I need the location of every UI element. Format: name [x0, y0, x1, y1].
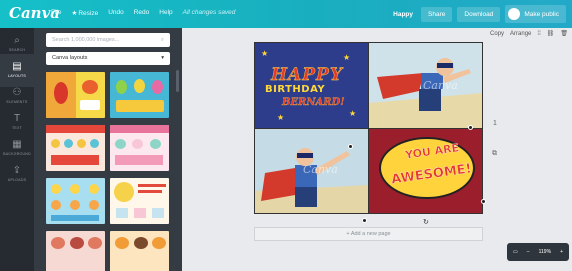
layouts-panel: Search 1,000,000 images... ⌕ Canva layout…	[34, 28, 182, 271]
layout-thumbnails	[46, 72, 170, 271]
side-rail: ⌕ SEARCH ▤ LAYOUTS ⚇ ELEMENTS T TEXT ▦ BACKGR…	[0, 28, 34, 271]
name-text[interactable]: BERNARD!	[282, 97, 345, 108]
layout-thumbnail[interactable]	[46, 125, 105, 171]
text-icon: T	[13, 113, 21, 124]
menu-redo[interactable]: Redo	[134, 9, 150, 17]
layouts-icon: ▤	[12, 61, 22, 72]
zoom-out-button[interactable]: –	[527, 249, 530, 255]
star-icon: ★	[277, 113, 285, 122]
download-button[interactable]: Download	[457, 6, 501, 22]
zoom-level[interactable]: 119%	[539, 249, 551, 255]
star-icon: ★	[349, 109, 357, 118]
menu-undo[interactable]: Undo	[108, 9, 124, 17]
dropdown-value: Canva layouts	[52, 55, 88, 61]
make-public-button[interactable]: Make public	[505, 5, 566, 23]
menu-file[interactable]: File	[51, 9, 61, 17]
layout-thumbnail[interactable]	[110, 178, 169, 224]
star-icon: ★	[261, 49, 269, 58]
layout-thumbnail[interactable]	[46, 231, 105, 271]
menu-help[interactable]: Help	[159, 9, 172, 17]
menu-resize[interactable]: ★Resize	[71, 9, 98, 17]
awesome-panel[interactable]: YOU ARE AWESOME!	[369, 129, 482, 213]
chevron-down-icon: ▾	[161, 55, 164, 61]
star-icon: ★	[343, 53, 351, 62]
resize-handle[interactable]	[468, 125, 473, 130]
rail-search-label: SEARCH	[8, 48, 26, 52]
superhero-photo-top[interactable]: Canva	[369, 43, 482, 128]
resize-icon: ★	[71, 10, 78, 17]
resize-handle[interactable]	[348, 144, 353, 149]
share-button[interactable]: Share	[421, 6, 453, 22]
layouts-dropdown[interactable]: Canva layouts ▾	[46, 52, 170, 65]
top-bar: Canva File ★Resize Undo Redo Help All ch…	[0, 0, 572, 28]
trash-icon[interactable]: 🗑	[560, 30, 568, 37]
search-icon: ⌕	[160, 37, 164, 43]
save-status: All changes saved	[182, 9, 236, 16]
rail-uploads-label: UPLOADS	[7, 178, 27, 182]
add-page-button[interactable]: + Add a new page	[254, 227, 483, 241]
link-icon[interactable]: ⛓	[547, 30, 555, 37]
watermark-text: Canva	[303, 163, 338, 176]
birthday-text-panel[interactable]: ★ ★ ★ ★ HAPPY BIRTHDAY BERNARD!	[255, 43, 368, 128]
present-icon[interactable]: ▭	[513, 249, 518, 255]
layout-thumbnail[interactable]	[110, 231, 169, 271]
top-bar-actions: Happy Share Download Make public	[393, 5, 566, 23]
design-page[interactable]: ★ ★ ★ ★ HAPPY BIRTHDAY BERNARD! Canva Ca…	[254, 42, 483, 214]
rail-layouts-label: LAYOUTS	[8, 74, 26, 78]
rail-elements-label: ELEMENTS	[6, 100, 28, 104]
zoom-control: ▭ – 119% +	[507, 243, 569, 261]
resize-handle[interactable]	[362, 218, 367, 223]
rail-text-label: TEXT	[12, 126, 22, 130]
watermark-text: Canva	[423, 79, 458, 92]
copy-button[interactable]: Copy	[490, 31, 504, 37]
background-icon: ▦	[12, 139, 22, 150]
zoom-in-button[interactable]: +	[560, 249, 563, 255]
rail-background-label: BACKGROUND	[3, 152, 31, 156]
make-public-label: Make public	[524, 10, 559, 18]
layout-thumbnail[interactable]	[46, 72, 105, 118]
search-placeholder: Search 1,000,000 images...	[52, 37, 120, 43]
resize-handle[interactable]	[481, 199, 486, 204]
layout-thumbnail[interactable]	[110, 72, 169, 118]
uploads-icon: ⇪	[12, 165, 22, 176]
happy-text[interactable]: HAPPY	[271, 65, 343, 85]
birthday-text[interactable]: BIRTHDAY	[265, 84, 325, 95]
rail-uploads[interactable]: ⇪ UPLOADS	[0, 158, 34, 191]
document-name[interactable]: Happy	[393, 11, 413, 18]
superhero-photo-bottom[interactable]: Canva	[255, 129, 368, 213]
menu-resize-label: Resize	[78, 10, 99, 17]
page-number: 1	[493, 120, 497, 127]
panel-scrollbar[interactable]	[176, 70, 179, 92]
search-icon: ⌕	[14, 35, 20, 46]
top-menu: File ★Resize Undo Redo Help All changes …	[51, 9, 235, 17]
grid-icon[interactable]: ⁞⁞	[537, 31, 540, 37]
canvas-workspace: Copy Arrange ⁞⁞ ⛓ 🗑 ★ ★ ★ ★ HAPPY BIRTHD…	[182, 28, 572, 271]
layout-thumbnail[interactable]	[46, 178, 105, 224]
duplicate-page-icon[interactable]: ⧉	[492, 150, 497, 158]
arrange-button[interactable]: Arrange	[510, 31, 531, 37]
layout-thumbnail[interactable]	[110, 125, 169, 171]
image-search-input[interactable]: Search 1,000,000 images... ⌕	[46, 33, 170, 47]
canvas-toolbar: Copy Arrange ⁞⁞ ⛓ 🗑	[490, 30, 568, 38]
elements-icon: ⚇	[12, 87, 22, 98]
toggle-icon	[508, 8, 521, 20]
rotate-icon[interactable]: ↻	[423, 218, 429, 226]
